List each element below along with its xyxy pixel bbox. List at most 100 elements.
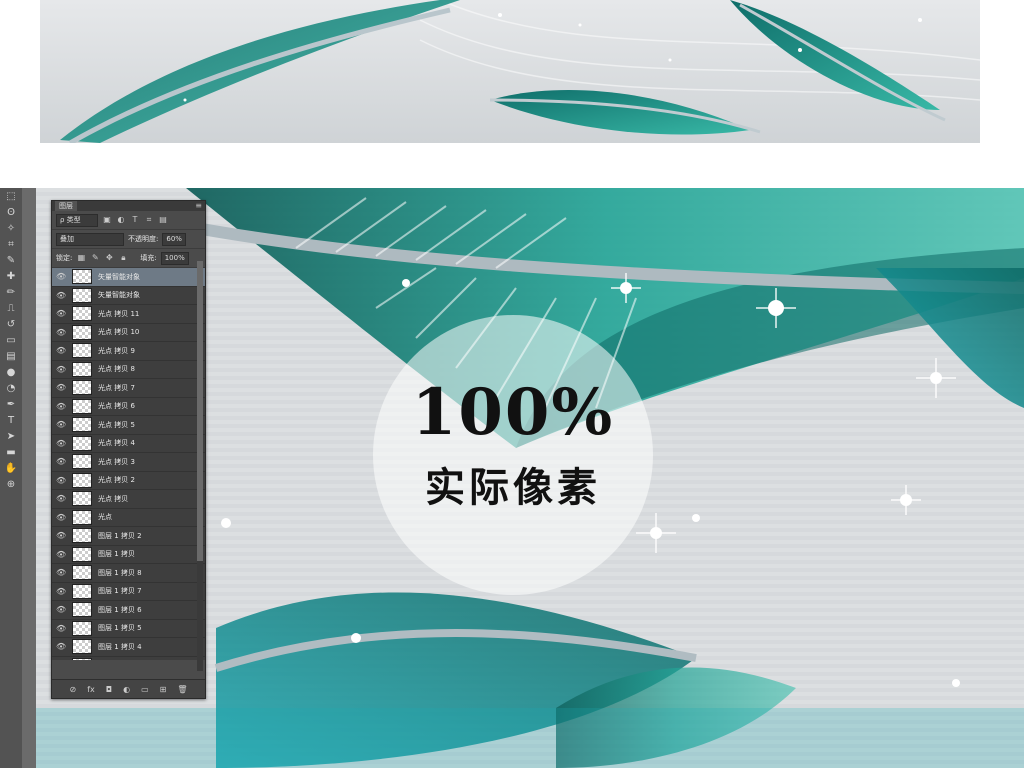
visibility-eye-icon[interactable]: 👁︎ <box>56 420 66 429</box>
visibility-eye-icon[interactable]: 👁︎ <box>56 291 66 300</box>
layer-row[interactable]: 👁︎ 光点 拷贝 5 <box>52 416 205 435</box>
lock-transparency-icon[interactable]: ▦ <box>76 253 86 263</box>
layer-row[interactable]: 👁︎图层 1 拷贝 3 <box>52 657 205 660</box>
panel-menu-icon[interactable]: ≡ <box>195 201 202 211</box>
link-icon[interactable]: ⊘ <box>70 685 77 694</box>
layer-name: 图层 1 拷贝 <box>98 550 135 559</box>
visibility-eye-icon[interactable]: 👁︎ <box>56 624 66 633</box>
scrollbar-thumb[interactable] <box>197 261 203 561</box>
blur-icon[interactable]: ● <box>4 367 18 379</box>
layer-name: 光点 拷贝 3 <box>98 457 135 466</box>
folder-icon[interactable]: ▭ <box>141 685 149 694</box>
zoom-percent: 100% <box>411 375 615 450</box>
layers-panel: 图层 ≡ ρ 类型 ▣ ◐ T ⌗ ▤ 叠加 不透明度: 60% 锁定: ▦ ✎… <box>51 200 206 699</box>
layer-name: 矢量智能对象 <box>98 291 140 300</box>
visibility-eye-icon[interactable]: 👁︎ <box>56 457 66 466</box>
layer-row[interactable]: 👁︎ 图层 1 拷贝 2 <box>52 527 205 546</box>
lock-pixels-icon[interactable]: ✎ <box>90 253 100 263</box>
visibility-eye-icon[interactable]: 👁︎ <box>56 642 66 651</box>
dodge-icon[interactable]: ◔ <box>4 383 18 395</box>
layer-row[interactable]: 👁︎ 图层 1 拷贝 5 <box>52 620 205 638</box>
layer-row[interactable]: 👁︎ 光点 拷贝 11 <box>52 305 205 324</box>
crop-icon[interactable]: ⌗ <box>4 239 18 251</box>
magic-wand-icon[interactable]: ✧ <box>4 223 18 235</box>
visibility-eye-icon[interactable]: 👁︎ <box>56 439 66 448</box>
layer-thumbnail <box>72 509 92 525</box>
opacity-input[interactable]: 60% <box>162 232 186 246</box>
type-icon[interactable]: T <box>4 415 18 427</box>
shape-icon[interactable]: ▬ <box>4 447 18 459</box>
visibility-eye-icon[interactable]: 👁︎ <box>56 513 66 522</box>
layer-thumbnail <box>72 324 92 340</box>
marquee-icon[interactable]: ⬚ <box>4 191 18 203</box>
layer-thumbnail <box>72 602 92 618</box>
path-select-icon[interactable]: ➤ <box>4 431 18 443</box>
zoom-icon[interactable]: ⊕ <box>4 479 18 491</box>
layer-row[interactable]: 👁︎ 光点 拷贝 2 <box>52 472 205 490</box>
brush-icon[interactable]: ✏ <box>4 287 18 299</box>
adjustment-filter-icon[interactable]: ◐ <box>116 215 126 225</box>
layer-row[interactable]: 👁︎ 图层 1 拷贝 7 <box>52 583 205 601</box>
visibility-eye-icon[interactable]: 👁︎ <box>56 605 66 614</box>
shape-filter-icon[interactable]: ⌗ <box>144 215 154 225</box>
history-brush-icon[interactable]: ↺ <box>4 319 18 331</box>
tab-layers[interactable]: 图层 <box>55 201 77 211</box>
visibility-eye-icon[interactable]: 👁︎ <box>56 402 66 411</box>
layer-row[interactable]: 👁︎ 图层 1 拷贝 8 <box>52 564 205 583</box>
type-filter-icon[interactable]: T <box>130 215 140 225</box>
blend-mode-select[interactable]: 叠加 <box>56 232 124 246</box>
visibility-eye-icon[interactable]: 👁︎ <box>56 383 66 392</box>
fill-input[interactable]: 100% <box>160 251 189 265</box>
visibility-eye-icon[interactable]: 👁︎ <box>56 494 66 503</box>
layer-row[interactable]: 👁︎ 图层 1 拷贝 6 <box>52 601 205 620</box>
new-layer-icon[interactable]: ⊞ <box>160 685 167 694</box>
visibility-eye-icon[interactable]: 👁︎ <box>56 346 66 355</box>
mask-icon[interactable]: ◘ <box>106 685 112 694</box>
pen-icon[interactable]: ✒ <box>4 399 18 411</box>
visibility-eye-icon[interactable]: 👁︎ <box>56 272 66 281</box>
visibility-eye-icon[interactable]: 👁︎ <box>56 365 66 374</box>
lock-position-icon[interactable]: ✥ <box>104 253 114 263</box>
visibility-eye-icon[interactable]: 👁︎ <box>56 568 66 577</box>
layer-row[interactable]: 👁︎ 光点 拷贝 4 <box>52 435 205 453</box>
layer-row[interactable]: 👁︎ 光点 拷贝 9 <box>52 342 205 361</box>
layer-row[interactable]: 👁︎ 光点 拷贝 3 <box>52 453 205 472</box>
layer-row[interactable]: 👁︎ 光点 拷贝 <box>52 490 205 509</box>
healing-icon[interactable]: ✚ <box>4 271 18 283</box>
layer-name: 光点 拷贝 <box>98 494 129 503</box>
eyedropper-icon[interactable]: ✎ <box>4 255 18 267</box>
layer-row[interactable]: 👁︎ 光点 <box>52 509 205 527</box>
layer-row[interactable]: 👁︎ 光点 拷贝 6 <box>52 398 205 416</box>
visibility-eye-icon[interactable]: 👁︎ <box>56 309 66 318</box>
layer-row[interactable]: 👁︎ 图层 1 拷贝 <box>52 546 205 564</box>
layer-row[interactable]: 👁︎ 矢量智能对象 <box>52 287 205 305</box>
layer-row[interactable]: 👁︎ 矢量智能对象 <box>52 268 205 287</box>
fx-icon[interactable]: fx <box>87 685 95 694</box>
layer-thumbnail <box>72 546 92 562</box>
smart-object-filter-icon[interactable]: ▤ <box>158 215 168 225</box>
visibility-eye-icon[interactable]: 👁︎ <box>56 550 66 559</box>
visibility-eye-icon[interactable]: 👁︎ <box>56 476 66 485</box>
trash-icon[interactable]: 🗑︎ <box>177 685 187 694</box>
stamp-icon[interactable]: ⎍ <box>4 303 18 315</box>
layer-name: 图层 1 拷贝 6 <box>98 605 142 614</box>
visibility-eye-icon[interactable]: 👁︎ <box>56 328 66 337</box>
visibility-eye-icon[interactable]: 👁︎ <box>56 587 66 596</box>
eraser-icon[interactable]: ▭ <box>4 335 18 347</box>
lasso-icon[interactable]: ʘ <box>4 207 18 219</box>
adjustment-icon[interactable]: ◐ <box>123 685 130 694</box>
layer-thumbnail <box>72 435 92 451</box>
image-filter-icon[interactable]: ▣ <box>102 215 112 225</box>
filter-kind-select[interactable]: ρ 类型 <box>56 213 98 227</box>
hand-icon[interactable]: ✋ <box>4 463 18 475</box>
visibility-eye-icon[interactable]: 👁︎ <box>56 531 66 540</box>
lock-label: 锁定: <box>56 254 73 262</box>
layer-row[interactable]: 👁︎ 光点 拷贝 10 <box>52 324 205 342</box>
layer-row[interactable]: 👁︎ 光点 拷贝 8 <box>52 361 205 379</box>
layers-scrollbar[interactable] <box>197 261 203 671</box>
layer-row[interactable]: 👁︎ 图层 1 拷贝 4 <box>52 638 205 657</box>
layer-name: 光点 拷贝 6 <box>98 402 135 411</box>
lock-all-icon[interactable]: 🔒︎ <box>118 253 128 263</box>
gradient-icon[interactable]: ▤ <box>4 351 18 363</box>
layer-row[interactable]: 👁︎ 光点 拷贝 7 <box>52 379 205 398</box>
